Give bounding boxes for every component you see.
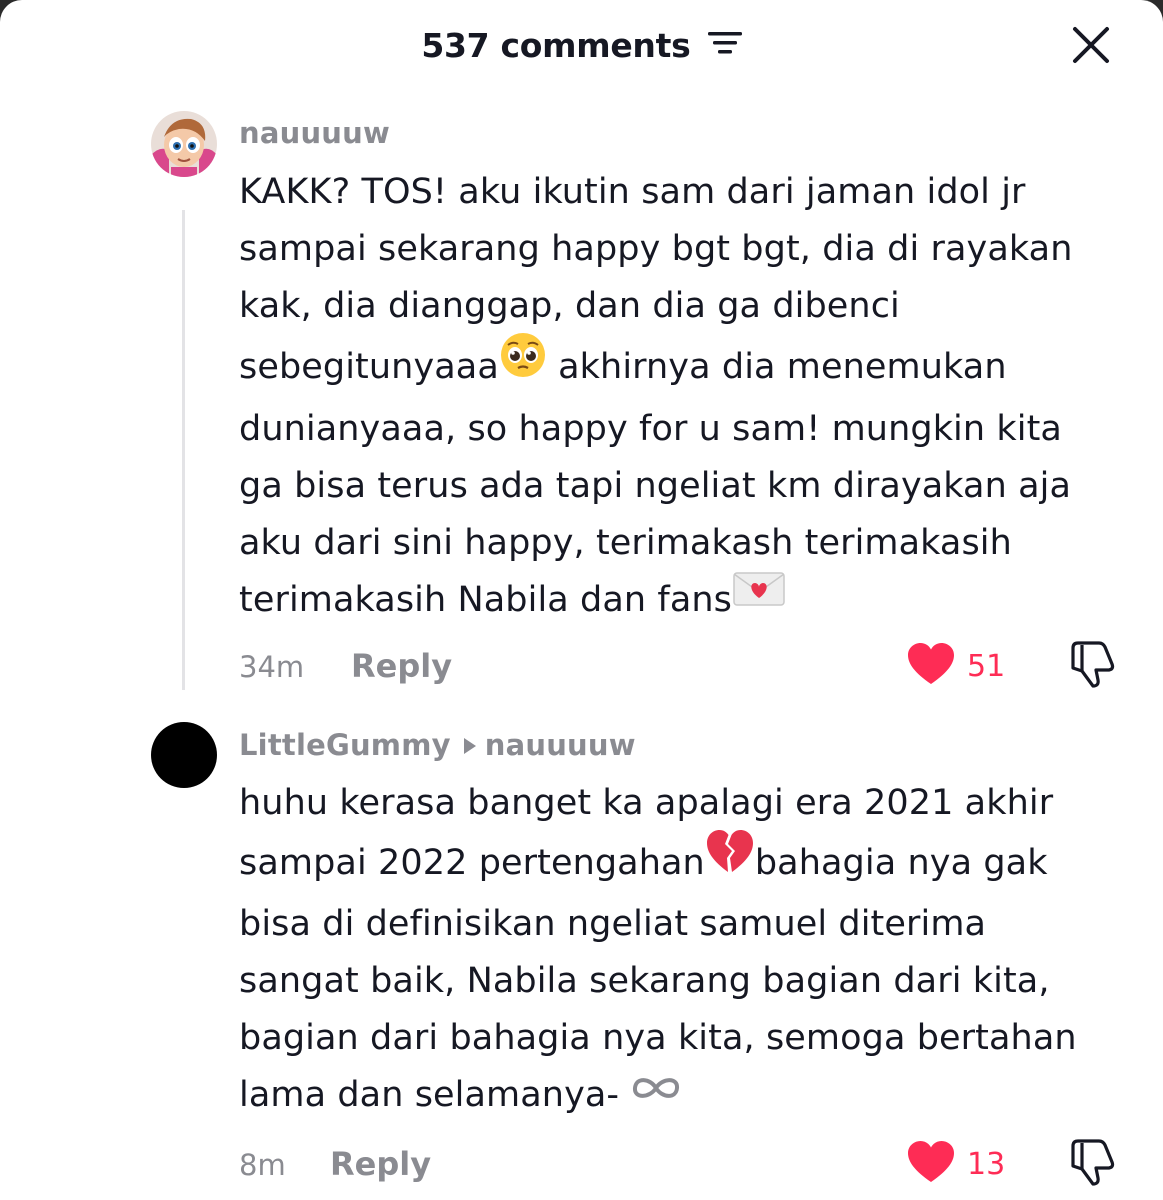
comment-line: bagian dari bahagia nya kita, semoga ber… (239, 1018, 1077, 1058)
comments-sheet: 537 comments nauuuuw KAKK? TOS! aku ikut… (0, 0, 1163, 1200)
thread-line (182, 210, 185, 690)
cartoon-girl-avatar[interactable] (151, 111, 217, 177)
comment-line: dunianyaaa, so happy for u sam! mungkin … (239, 409, 1062, 449)
comment-username[interactable]: LittleGummy (239, 728, 451, 762)
comment-line: terimakasih Nabila dan fans (239, 572, 1139, 630)
comment-line: kak, dia dianggap, dan dia ga dibenci (239, 286, 900, 326)
comment-text-fragment: sampai 2022 pertengahan (239, 843, 705, 883)
thumbs-down-icon (1069, 1139, 1115, 1190)
heart-icon (907, 1140, 955, 1188)
heart-icon (907, 642, 955, 690)
comment-meta: 34m Reply 51 (239, 640, 1119, 692)
comment-text-fragment: sebegitunyaaa (239, 347, 499, 387)
comment-line: KAKK? TOS! aku ikutin sam dari jaman ido… (239, 172, 1026, 212)
comments-header: 537 comments (0, 0, 1163, 92)
comment-line: sebegitunyaaa akhirnya dia menemukan (239, 333, 1139, 401)
love-letter-emoji (732, 568, 786, 626)
pleading-face-emoji (499, 331, 547, 397)
comment-text: KAKK? TOS! aku ikutin sam dari jaman ido… (239, 164, 1139, 630)
comment-time: 8m (239, 1148, 286, 1182)
dislike-button[interactable] (1069, 1138, 1115, 1190)
close-icon (1072, 26, 1110, 68)
comment-username[interactable]: nauuuuw (239, 116, 390, 150)
comment-time: 34m (239, 650, 305, 684)
comment-line: lama dan selamanya- (239, 1067, 1139, 1125)
like-count: 13 (967, 1146, 1006, 1182)
black-circle-avatar[interactable] (151, 722, 217, 788)
like-button[interactable]: 13 (907, 1140, 1005, 1188)
infinity-icon (630, 1064, 682, 1121)
comment-line: sampai sekarang happy bgt bgt, dia di ra… (239, 229, 1073, 269)
comment-text-fragment: bahagia nya gak (754, 843, 1048, 883)
comments-count-label: 537 comments (421, 26, 691, 65)
comment-line: ga bisa terus ada tapi ngeliat km diraya… (239, 466, 1072, 506)
comment-line: sampai 2022 pertengahan bahagia nya gak (239, 830, 1139, 896)
comment-line: aku dari sini happy, terimakash terimaka… (239, 523, 1012, 563)
like-button[interactable]: 51 (907, 642, 1005, 690)
reply-button[interactable]: Reply (351, 647, 452, 685)
close-button[interactable] (1068, 24, 1114, 70)
dislike-button[interactable] (1069, 640, 1115, 692)
comment-text-fragment: terimakasih Nabila dan fans (239, 580, 733, 620)
sort-lines-icon[interactable] (707, 25, 742, 64)
reply-button[interactable]: Reply (330, 1145, 431, 1183)
comment-text-fragment: lama dan selamanya- (239, 1075, 631, 1115)
comment-meta: 8m Reply 13 (239, 1138, 1119, 1190)
broken-heart-emoji (705, 828, 755, 892)
reply-arrow-icon (463, 728, 477, 762)
comment-line: sangat baik, Nabila sekarang bagian dari… (239, 961, 1050, 1001)
thumbs-down-icon (1069, 641, 1115, 692)
reply-to-username[interactable]: nauuuuw (485, 728, 636, 762)
comments-title[interactable]: 537 comments (0, 26, 1163, 67)
comment-line: huhu kerasa banget ka apalagi era 2021 a… (239, 783, 1054, 823)
comment-text-fragment: akhirnya dia menemukan (546, 347, 1007, 387)
comment-username-row: LittleGummy nauuuuw (239, 728, 636, 764)
comment-text: huhu kerasa banget ka apalagi era 2021 a… (239, 775, 1139, 1125)
like-count: 51 (967, 648, 1006, 684)
comment-line: bisa di definisikan ngeliat samuel diter… (239, 904, 987, 944)
